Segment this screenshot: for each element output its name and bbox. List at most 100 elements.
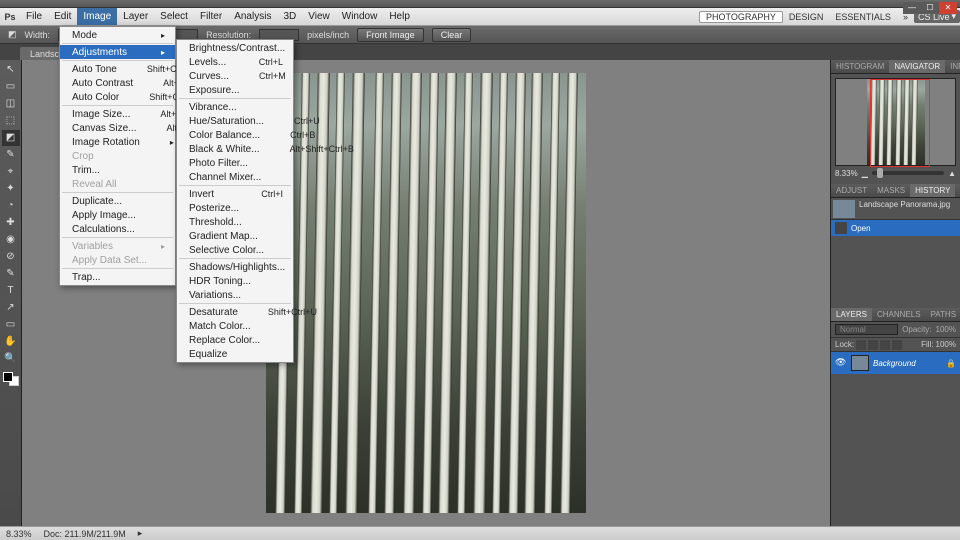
zoom-tool[interactable]: 🔍 [2, 351, 20, 367]
quick-select-tool[interactable]: ⬚ [2, 113, 20, 129]
menu-analysis[interactable]: Analysis [228, 8, 277, 25]
window-close-button[interactable]: ✕ [939, 2, 957, 14]
menu-item-canvas-size[interactable]: Canvas Size...Alt+Ctrl+C [60, 121, 175, 135]
color-swatch[interactable] [3, 372, 19, 386]
pen-tool[interactable]: ↗ [2, 300, 20, 316]
marquee-tool[interactable]: ▭ [2, 79, 20, 95]
actions-tab[interactable]: ACTION [955, 184, 960, 197]
fill-value[interactable]: 100% [936, 340, 956, 349]
menu-item-image-size[interactable]: Image Size...Alt+Ctrl+I [60, 107, 175, 121]
layer-thumbnail[interactable] [851, 355, 869, 371]
blend-mode-select[interactable]: Normal [835, 324, 898, 335]
layers-tab[interactable]: LAYERS [831, 308, 872, 321]
menu-item-hue-saturation[interactable]: Hue/Saturation...Ctrl+U [177, 114, 293, 128]
dodge-tool[interactable]: ✎ [2, 266, 20, 282]
front-image-button[interactable]: Front Image [357, 28, 424, 42]
menu-item-vibrance[interactable]: Vibrance... [177, 100, 293, 114]
workspace-design[interactable]: DESIGN [783, 12, 830, 22]
menu-item-variations[interactable]: Variations... [177, 288, 293, 302]
units-select[interactable]: pixels/inch [307, 30, 349, 40]
status-doc-info[interactable]: Doc: 211.9M/211.9M [44, 529, 126, 539]
menu-item-duplicate[interactable]: Duplicate... [60, 194, 175, 208]
brush-tool[interactable]: ✦ [2, 181, 20, 197]
menu-item-shadows-highlights[interactable]: Shadows/Highlights... [177, 260, 293, 274]
menu-item-levels[interactable]: Levels...Ctrl+L [177, 55, 293, 69]
lock-pixels-icon[interactable] [868, 340, 878, 350]
hand-tool[interactable]: ✋ [2, 334, 20, 350]
lock-all-icon[interactable] [892, 340, 902, 350]
masks-tab[interactable]: MASKS [872, 184, 910, 197]
zoom-out-icon[interactable]: ▁ [862, 169, 868, 178]
menu-view[interactable]: View [302, 8, 336, 25]
lasso-tool[interactable]: ◫ [2, 96, 20, 112]
menu-item-brightness-contrast[interactable]: Brightness/Contrast... [177, 41, 293, 55]
menu-item-hdr-toning[interactable]: HDR Toning... [177, 274, 293, 288]
eyedropper-tool[interactable]: ✎ [2, 147, 20, 163]
menu-help[interactable]: Help [383, 8, 416, 25]
menu-item-selective-color[interactable]: Selective Color... [177, 243, 293, 257]
paths-tab[interactable]: PATHS [926, 308, 960, 321]
menu-item-trim[interactable]: Trim... [60, 163, 175, 177]
history-brush-tool[interactable]: ✚ [2, 215, 20, 231]
menu-item-auto-contrast[interactable]: Auto ContrastAlt+Shift+Ctrl+L [60, 76, 175, 90]
info-tab[interactable]: INFO [945, 60, 960, 73]
menu-item-desaturate[interactable]: DesaturateShift+Ctrl+U [177, 305, 293, 319]
crop-tool[interactable]: ◩ [2, 130, 20, 146]
menu-item-color-balance[interactable]: Color Balance...Ctrl+B [177, 128, 293, 142]
history-snapshot-thumb[interactable] [833, 200, 855, 218]
window-maximize-button[interactable]: ☐ [921, 2, 939, 14]
menu-item-trap[interactable]: Trap... [60, 270, 175, 284]
menu-item-image-rotation[interactable]: Image Rotation▸ [60, 135, 175, 149]
menu-item-calculations[interactable]: Calculations... [60, 222, 175, 236]
status-arrow-icon[interactable]: ▸ [138, 528, 143, 539]
menu-item-match-color[interactable]: Match Color... [177, 319, 293, 333]
menu-item-replace-color[interactable]: Replace Color... [177, 333, 293, 347]
menu-item-mode[interactable]: Mode▸ [60, 28, 175, 42]
menu-item-channel-mixer[interactable]: Channel Mixer... [177, 170, 293, 184]
zoom-in-icon[interactable]: ▲ [948, 169, 956, 178]
navigator-preview[interactable] [835, 78, 956, 166]
lock-position-icon[interactable] [880, 340, 890, 350]
history-tab[interactable]: HISTORY [910, 184, 955, 197]
menu-item-curves[interactable]: Curves...Ctrl+M [177, 69, 293, 83]
menu-item-adjustments[interactable]: Adjustments▸ [60, 45, 175, 59]
menu-item-gradient-map[interactable]: Gradient Map... [177, 229, 293, 243]
menu-item-apply-image[interactable]: Apply Image... [60, 208, 175, 222]
menu-item-threshold[interactable]: Threshold... [177, 215, 293, 229]
menu-filter[interactable]: Filter [194, 8, 228, 25]
stamp-tool[interactable]: ◔ [2, 198, 20, 214]
adjust-tab[interactable]: ADJUST [831, 184, 872, 197]
menu-layer[interactable]: Layer [117, 8, 154, 25]
menu-item-equalize[interactable]: Equalize [177, 347, 293, 361]
menu-item-black-white[interactable]: Black & White...Alt+Shift+Ctrl+B [177, 142, 293, 156]
eraser-tool[interactable]: ◉ [2, 232, 20, 248]
menu-3d[interactable]: 3D [277, 8, 302, 25]
clear-button[interactable]: Clear [432, 28, 472, 42]
gradient-tool[interactable]: ⊘ [2, 249, 20, 265]
navigator-tab[interactable]: NAVIGATOR [889, 60, 945, 73]
move-tool[interactable]: ↖ [2, 62, 20, 78]
shape-tool[interactable]: ▭ [2, 317, 20, 333]
history-item-open[interactable]: Open [831, 220, 960, 236]
menu-file[interactable]: File [20, 8, 48, 25]
channels-tab[interactable]: CHANNELS [872, 308, 926, 321]
menu-item-auto-tone[interactable]: Auto ToneShift+Ctrl+L [60, 62, 175, 76]
menu-image[interactable]: Image [77, 8, 117, 25]
menu-item-exposure[interactable]: Exposure... [177, 83, 293, 97]
workspace-photography[interactable]: PHOTOGRAPHY [699, 11, 783, 23]
menu-item-photo-filter[interactable]: Photo Filter... [177, 156, 293, 170]
menu-window[interactable]: Window [336, 8, 384, 25]
zoom-slider[interactable] [872, 171, 944, 175]
navigator-viewbox[interactable] [870, 79, 930, 167]
workspace-essentials[interactable]: ESSENTIALS [829, 12, 897, 22]
menu-select[interactable]: Select [154, 8, 194, 25]
layer-visibility-icon[interactable]: 👁 [835, 357, 847, 369]
status-zoom[interactable]: 8.33% [6, 529, 32, 539]
menu-item-posterize[interactable]: Posterize... [177, 201, 293, 215]
type-tool[interactable]: T [2, 283, 20, 299]
opacity-value[interactable]: 100% [936, 325, 956, 334]
healing-tool[interactable]: ⌖ [2, 164, 20, 180]
menu-edit[interactable]: Edit [48, 8, 77, 25]
window-minimize-button[interactable]: — [903, 2, 921, 14]
menu-item-auto-color[interactable]: Auto ColorShift+Ctrl+B [60, 90, 175, 104]
